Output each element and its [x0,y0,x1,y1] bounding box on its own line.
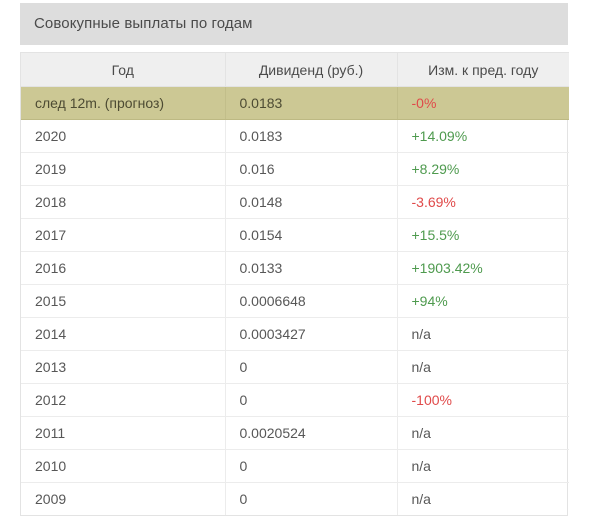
cell-dividend: 0 [225,482,398,515]
cell-year: 2010 [21,449,226,483]
cell-year: 2015 [21,284,226,318]
cell-year: 2019 [21,152,226,186]
cell-dividend: 0.0183 [225,86,398,120]
cell-change: +94% [397,284,569,318]
table-header-row: Год Дивиденд (руб.) Изм. к пред. году [21,52,569,87]
table-row: 2009 0 n/a [21,482,569,516]
dividend-payouts-panel: Совокупные выплаты по годам Год Дивиденд… [20,3,569,516]
cell-change: -3.69% [397,185,569,219]
table-row: 2013 0 n/a [21,350,569,384]
change-value: +94% [411,293,448,309]
table-body: след 12m. (прогноз) 0.0183 -0% 2020 0.0183 +1… [21,86,569,516]
change-value: n/a [411,425,431,441]
cell-year: 2012 [21,383,226,417]
change-value: +8.29% [411,161,460,177]
column-header-dividend[interactable]: Дивиденд (руб.) [225,52,398,87]
cell-change: n/a [397,350,569,384]
cell-dividend: 0.0020524 [225,416,398,450]
cell-dividend: 0.0003427 [225,317,398,351]
cell-dividend: 0.0154 [225,218,398,252]
cell-change: -100% [397,383,569,417]
panel-title: Совокупные выплаты по годам [20,3,568,45]
cell-year: след 12m. (прогноз) [21,86,226,120]
cell-change: +14.09% [397,119,569,153]
table-header: Год Дивиденд (руб.) Изм. к пред. году [21,52,569,87]
table-row: 2012 0 -100% [21,383,569,417]
cell-change: +15.5% [397,218,569,252]
cell-change: n/a [397,483,569,516]
table-row: 2015 0.0006648 +94% [21,284,569,318]
table-row: 2020 0.0183 +14.09% [21,119,569,153]
change-value: n/a [411,359,431,375]
cell-dividend: 0 [225,350,398,384]
cell-year: 2017 [21,218,226,252]
table-row: 2016 0.0133 +1903.42% [21,251,569,285]
cell-dividend: 0.0148 [225,185,398,219]
change-value: +15.5% [411,227,460,243]
change-value: -0% [411,95,437,111]
cell-dividend: 0.016 [225,152,398,186]
cell-dividend: 0 [225,449,398,483]
change-value: n/a [411,491,431,507]
cell-change: n/a [397,416,569,450]
change-value: n/a [411,326,431,342]
cell-dividend: 0.0183 [225,119,398,153]
payouts-table-container: Год Дивиденд (руб.) Изм. к пред. году сл… [20,52,569,516]
cell-change: n/a [397,449,569,483]
table-row: след 12m. (прогноз) 0.0183 -0% [21,86,569,120]
cell-change: +8.29% [397,152,569,186]
table-row: 2011 0.0020524 n/a [21,416,569,450]
change-value: -3.69% [411,194,456,210]
cell-year: 2011 [21,416,226,450]
change-value: +1903.42% [411,260,483,276]
cell-year: 2013 [21,350,226,384]
cell-dividend: 0 [225,383,398,417]
table-row: 2019 0.016 +8.29% [21,152,569,186]
table-row: 2018 0.0148 -3.69% [21,185,569,219]
cell-change: +1903.42% [397,251,569,285]
change-value: +14.09% [411,128,468,144]
table-row: 2017 0.0154 +15.5% [21,218,569,252]
table-row: 2014 0.0003427 n/a [21,317,569,351]
column-header-change[interactable]: Изм. к пред. году [397,52,569,87]
cell-change: n/a [397,317,569,351]
change-value: -100% [411,392,452,408]
table-row: 2010 0 n/a [21,449,569,483]
cell-year: 2016 [21,251,226,285]
cell-year: 2014 [21,317,226,351]
cell-year: 2018 [21,185,226,219]
cell-change: -0% [397,86,569,120]
cell-year: 2020 [21,119,226,153]
cell-year: 2009 [21,482,226,515]
cell-dividend: 0.0006648 [225,284,398,318]
change-value: n/a [411,458,431,474]
column-header-year[interactable]: Год [21,52,226,87]
payouts-table: Год Дивиденд (руб.) Изм. к пред. году сл… [21,52,569,515]
cell-dividend: 0.0133 [225,251,398,285]
